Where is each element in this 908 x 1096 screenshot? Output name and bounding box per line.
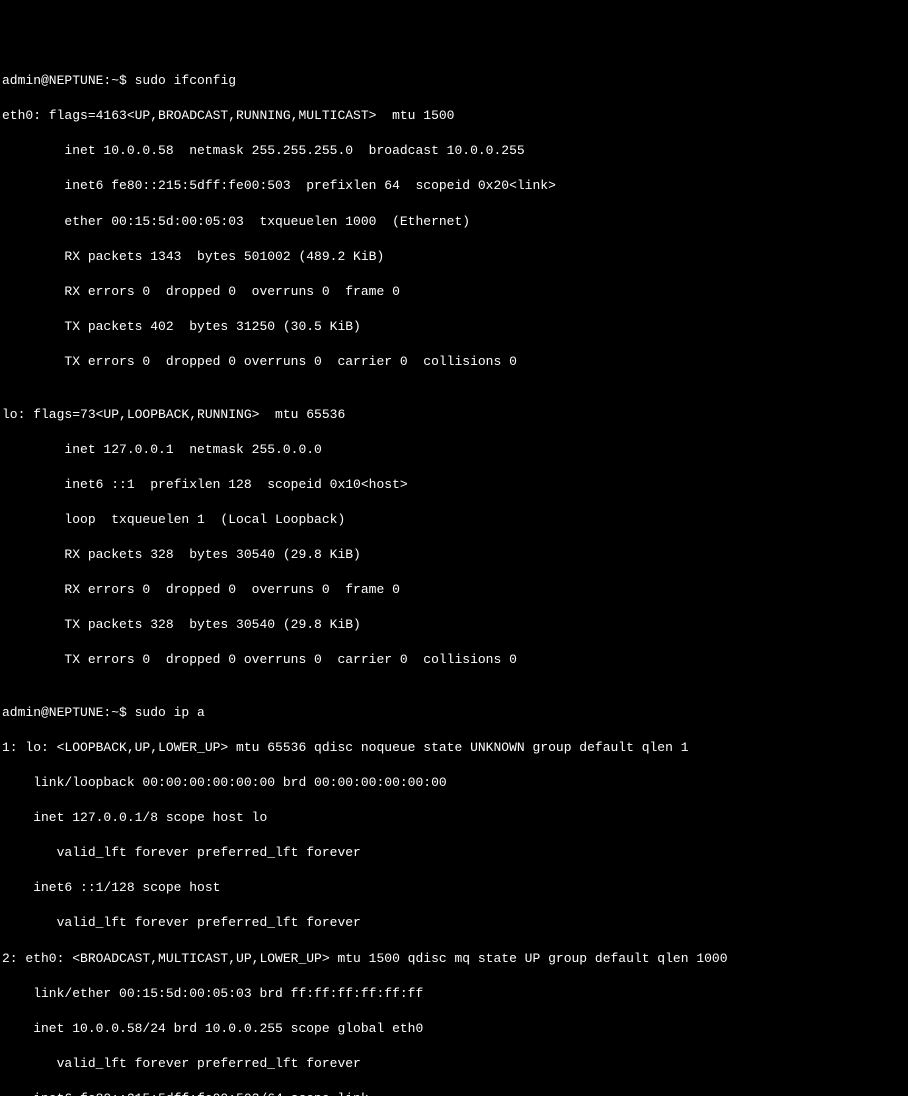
command-ip-a: sudo ip a — [135, 705, 205, 720]
ifconfig-lo-tx-packets: TX packets 328 bytes 30540 (29.8 KiB) — [2, 616, 906, 634]
ifconfig-eth0-inet: inet 10.0.0.58 netmask 255.255.255.0 bro… — [2, 142, 906, 160]
ifconfig-eth0-rx-packets: RX packets 1343 bytes 501002 (489.2 KiB) — [2, 248, 906, 266]
ipa-lo-inet6: inet6 ::1/128 scope host — [2, 879, 906, 897]
ipa-lo-inet-valid: valid_lft forever preferred_lft forever — [2, 844, 906, 862]
ifconfig-eth0-inet6: inet6 fe80::215:5dff:fe00:503 prefixlen … — [2, 177, 906, 195]
ifconfig-eth0-tx-errors: TX errors 0 dropped 0 overruns 0 carrier… — [2, 353, 906, 371]
command-ifconfig: sudo ifconfig — [135, 73, 236, 88]
ifconfig-lo-tx-errors: TX errors 0 dropped 0 overruns 0 carrier… — [2, 651, 906, 669]
ipa-lo-link: link/loopback 00:00:00:00:00:00 brd 00:0… — [2, 774, 906, 792]
shell-prompt: admin@NEPTUNE:~$ — [2, 73, 135, 88]
ifconfig-eth0-header: eth0: flags=4163<UP,BROADCAST,RUNNING,MU… — [2, 107, 906, 125]
prompt-line-2: admin@NEPTUNE:~$ sudo ip a — [2, 704, 906, 722]
prompt-line-1: admin@NEPTUNE:~$ sudo ifconfig — [2, 72, 906, 90]
ifconfig-lo-inet: inet 127.0.0.1 netmask 255.0.0.0 — [2, 441, 906, 459]
ipa-eth0-inet: inet 10.0.0.58/24 brd 10.0.0.255 scope g… — [2, 1020, 906, 1038]
ifconfig-eth0-rx-errors: RX errors 0 dropped 0 overruns 0 frame 0 — [2, 283, 906, 301]
ifconfig-eth0-ether: ether 00:15:5d:00:05:03 txqueuelen 1000 … — [2, 213, 906, 231]
ipa-eth0-inet-valid: valid_lft forever preferred_lft forever — [2, 1055, 906, 1073]
ipa-lo-inet: inet 127.0.0.1/8 scope host lo — [2, 809, 906, 827]
ifconfig-lo-header: lo: flags=73<UP,LOOPBACK,RUNNING> mtu 65… — [2, 406, 906, 424]
ipa-eth0-link: link/ether 00:15:5d:00:05:03 brd ff:ff:f… — [2, 985, 906, 1003]
ifconfig-lo-inet6: inet6 ::1 prefixlen 128 scopeid 0x10<hos… — [2, 476, 906, 494]
ipa-eth0-header: 2: eth0: <BROADCAST,MULTICAST,UP,LOWER_U… — [2, 950, 906, 968]
ipa-lo-header: 1: lo: <LOOPBACK,UP,LOWER_UP> mtu 65536 … — [2, 739, 906, 757]
ifconfig-lo-loop: loop txqueuelen 1 (Local Loopback) — [2, 511, 906, 529]
ifconfig-eth0-tx-packets: TX packets 402 bytes 31250 (30.5 KiB) — [2, 318, 906, 336]
ifconfig-lo-rx-packets: RX packets 328 bytes 30540 (29.8 KiB) — [2, 546, 906, 564]
ipa-lo-inet6-valid: valid_lft forever preferred_lft forever — [2, 914, 906, 932]
ifconfig-lo-rx-errors: RX errors 0 dropped 0 overruns 0 frame 0 — [2, 581, 906, 599]
shell-prompt: admin@NEPTUNE:~$ — [2, 705, 135, 720]
ipa-eth0-inet6: inet6 fe80::215:5dff:fe00:503/64 scope l… — [2, 1090, 906, 1096]
